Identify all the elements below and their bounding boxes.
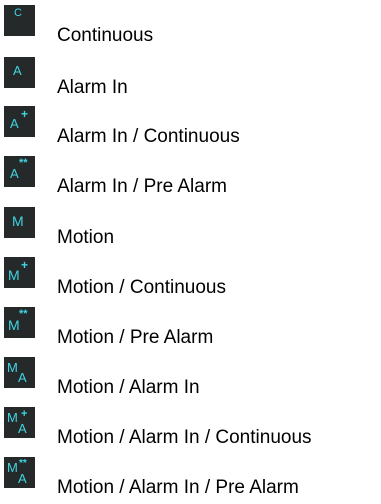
legend-label: Motion / Alarm In / Pre Alarm	[57, 477, 299, 498]
legend-label: Alarm In / Pre Alarm	[57, 176, 227, 197]
legend-label: Motion / Alarm In / Continuous	[57, 427, 312, 448]
icon-superscript: +	[21, 258, 29, 272]
icon-subscript: A	[18, 421, 27, 436]
legend-label: Motion / Alarm In	[57, 377, 200, 398]
alarm-in-icon: A	[4, 57, 35, 88]
legend-item-motion-alarm-in-pre-alarm: M ** A Motion / Alarm In / Pre Alarm	[0, 457, 381, 503]
recording-mode-legend: C Continuous A Alarm In A + Alarm In / C…	[0, 0, 381, 504]
legend-item-continuous: C Continuous	[0, 5, 381, 51]
icon-subscript: A	[18, 370, 27, 385]
icon-superscript: +	[21, 107, 29, 121]
motion-icon: M	[4, 207, 35, 238]
icon-superscript: **	[19, 458, 27, 469]
icon-superscript: **	[19, 157, 28, 169]
alarm-in-continuous-icon: A +	[4, 106, 35, 137]
icon-glyph: M	[7, 360, 18, 375]
icon-glyph: A	[10, 166, 19, 181]
icon-glyph: M	[8, 317, 20, 333]
icon-glyph: M	[7, 460, 18, 475]
icon-superscript: **	[19, 308, 28, 320]
legend-item-motion-alarm-in: M A Motion / Alarm In	[0, 357, 381, 403]
motion-pre-alarm-icon: M **	[4, 307, 35, 338]
legend-label: Alarm In	[57, 77, 128, 98]
legend-item-alarm-in-pre-alarm: A ** Alarm In / Pre Alarm	[0, 156, 381, 202]
alarm-in-pre-alarm-icon: A **	[4, 156, 35, 187]
icon-glyph: M	[7, 410, 18, 425]
motion-alarm-in-continuous-icon: M + A	[4, 407, 35, 438]
motion-alarm-in-icon: M A	[4, 357, 35, 388]
icon-superscript: +	[21, 408, 28, 420]
motion-alarm-in-pre-alarm-icon: M ** A	[4, 457, 35, 488]
legend-item-alarm-in-continuous: A + Alarm In / Continuous	[0, 106, 381, 152]
legend-label: Continuous	[57, 25, 154, 46]
legend-item-motion-pre-alarm: M ** Motion / Pre Alarm	[0, 307, 381, 353]
legend-item-motion-alarm-in-continuous: M + A Motion / Alarm In / Continuous	[0, 407, 381, 453]
icon-glyph: C	[14, 7, 22, 19]
icon-glyph: A	[13, 63, 22, 78]
icon-subscript: A	[18, 471, 27, 486]
legend-label: Motion / Pre Alarm	[57, 327, 214, 348]
legend-item-motion-continuous: M + Motion / Continuous	[0, 257, 381, 303]
icon-glyph: A	[10, 116, 19, 131]
legend-label: Alarm In / Continuous	[57, 126, 240, 147]
continuous-icon: C	[4, 5, 35, 36]
motion-continuous-icon: M +	[4, 257, 35, 288]
legend-item-motion: M Motion	[0, 207, 381, 253]
icon-glyph: M	[8, 267, 20, 283]
legend-item-alarm-in: A Alarm In	[0, 57, 381, 103]
icon-glyph: M	[12, 213, 24, 229]
legend-label: Motion	[57, 227, 115, 248]
legend-label: Motion / Continuous	[57, 277, 226, 298]
